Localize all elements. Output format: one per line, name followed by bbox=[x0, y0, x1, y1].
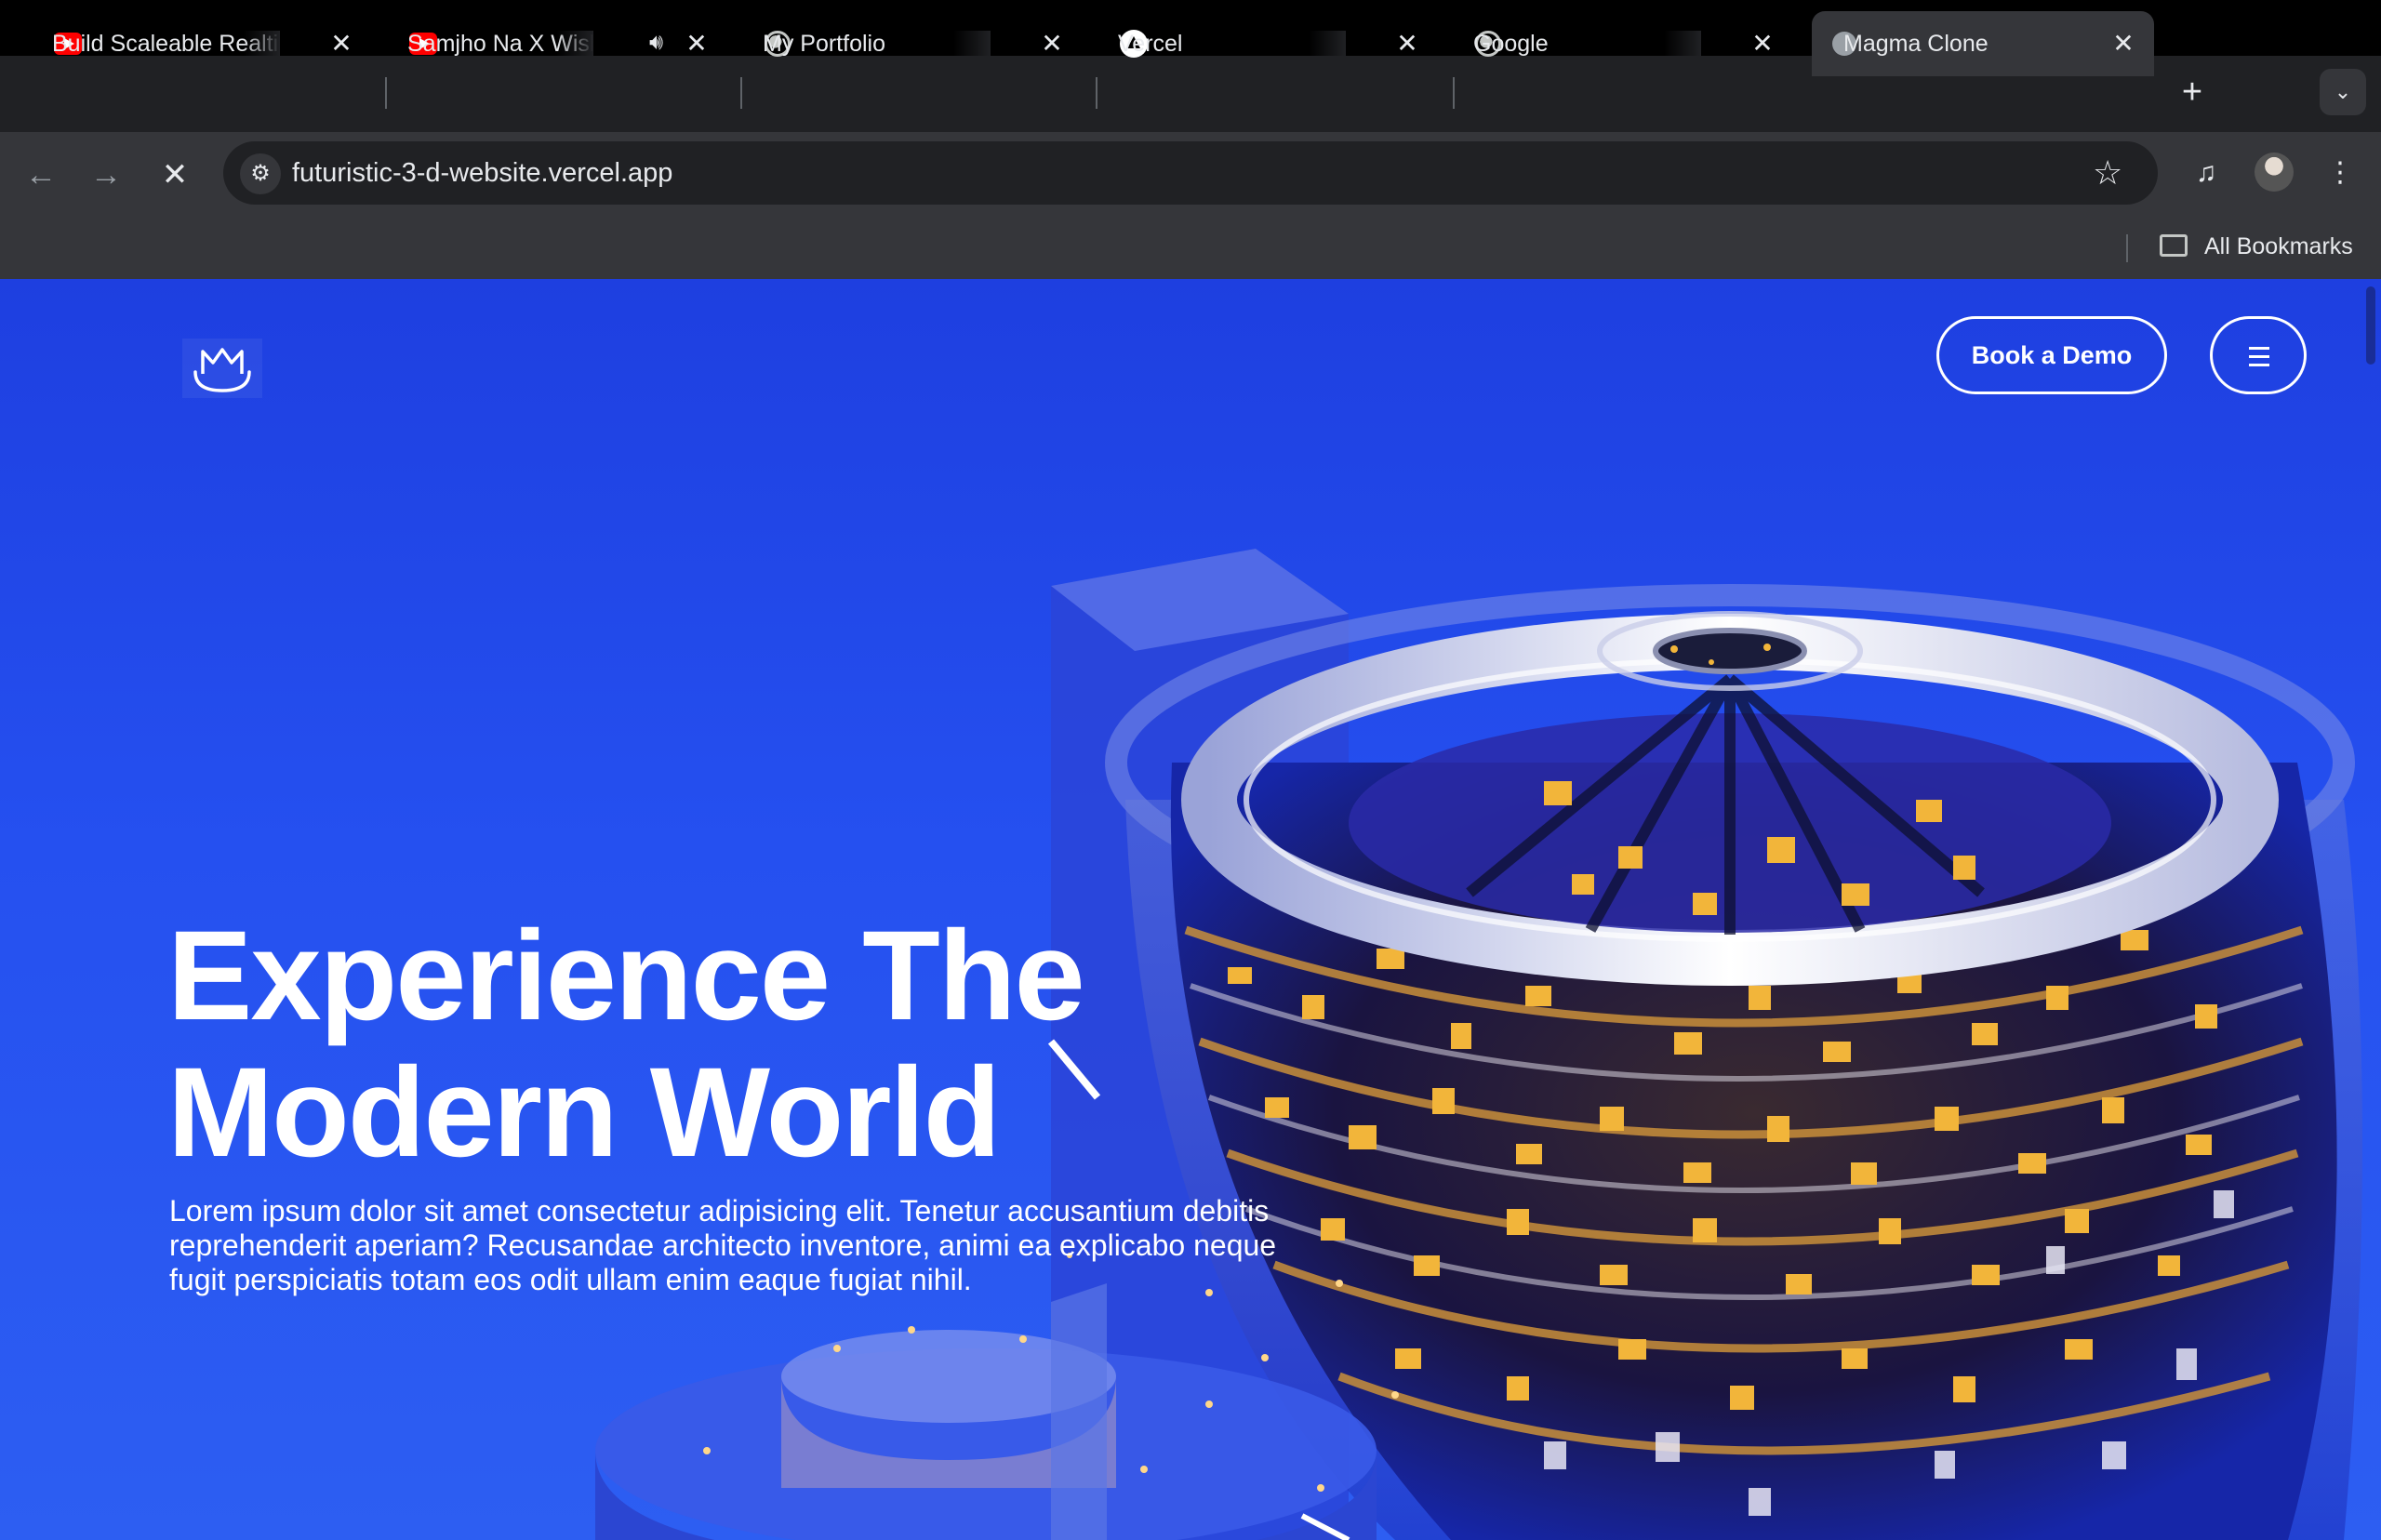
more-menu-icon[interactable]: ⋮ bbox=[2320, 153, 2361, 193]
bookmark-star-icon[interactable]: ☆ bbox=[2093, 153, 2122, 193]
menu-line bbox=[2249, 355, 2269, 358]
tab-title: Samjho Na X Wishes bbox=[407, 30, 593, 58]
tab-samjho-na[interactable]: Samjho Na X Wishes 🔊︎ ✕ bbox=[359, 11, 727, 76]
hero-title: Experience The Modern World bbox=[167, 905, 1085, 1184]
tab-divider bbox=[1096, 77, 1097, 109]
speaker-icon[interactable]: 🔊︎ bbox=[649, 30, 663, 56]
forward-button[interactable]: → bbox=[86, 154, 126, 195]
url-text[interactable]: futuristic-3-d-website.vercel.app bbox=[292, 156, 672, 190]
close-tab-icon[interactable]: ✕ bbox=[1038, 30, 1066, 58]
close-tab-icon[interactable]: ✕ bbox=[327, 30, 355, 58]
hero-description: Lorem ipsum dolor sit amet consectetur a… bbox=[169, 1194, 1277, 1296]
tab-google[interactable]: Google ✕ bbox=[1425, 11, 1793, 76]
new-tab-button[interactable]: + bbox=[2173, 73, 2212, 112]
magma-logo-icon bbox=[193, 348, 251, 392]
hero-title-line-1: Experience The bbox=[167, 905, 1085, 1047]
tab-title: Google bbox=[1473, 30, 1701, 58]
hero-title-line-2: Modern World bbox=[167, 1042, 1001, 1184]
page-viewport: Book a Demo Experience The Modern World … bbox=[0, 279, 2381, 1540]
book-demo-button[interactable]: Book a Demo bbox=[1936, 316, 2167, 394]
tab-title: Vercel bbox=[1118, 30, 1346, 58]
tab-build-scaleable[interactable]: Build Scaleable Realtime ✕ bbox=[4, 11, 372, 76]
tab-search-button[interactable]: ⌄ bbox=[2320, 69, 2366, 115]
close-tab-icon[interactable]: ✕ bbox=[2109, 30, 2137, 58]
close-tab-icon[interactable]: ✕ bbox=[1749, 30, 1776, 58]
tab-divider bbox=[740, 77, 742, 109]
tab-divider bbox=[1453, 77, 1455, 109]
tab-title: Magma Clone bbox=[1843, 30, 2071, 58]
site-logo[interactable] bbox=[182, 339, 262, 398]
all-bookmarks-button[interactable]: All Bookmarks bbox=[2204, 232, 2353, 260]
tab-vercel[interactable]: Vercel ✕ bbox=[1070, 11, 1438, 76]
tab-divider bbox=[385, 77, 387, 109]
tab-title: Build Scaleable Realtime bbox=[52, 30, 280, 58]
page-scrollbar[interactable] bbox=[2366, 286, 2375, 365]
media-controls-icon[interactable]: ♫ bbox=[2186, 153, 2227, 193]
close-tab-icon[interactable]: ✕ bbox=[1393, 30, 1421, 58]
tab-my-portfolio[interactable]: My Portfolio ✕ bbox=[714, 11, 1083, 76]
bookmark-divider bbox=[2126, 234, 2128, 262]
site-settings-icon[interactable]: ⚙ bbox=[240, 153, 281, 194]
close-tab-icon[interactable]: ✕ bbox=[683, 30, 711, 58]
folder-icon[interactable] bbox=[2160, 234, 2188, 257]
profile-avatar[interactable] bbox=[2255, 153, 2294, 192]
tab-magma-clone[interactable]: Magma Clone ✕ bbox=[1812, 11, 2154, 76]
hamburger-menu-button[interactable] bbox=[2210, 316, 2307, 394]
menu-line bbox=[2249, 347, 2269, 350]
menu-line bbox=[2249, 364, 2269, 366]
tab-title: My Portfolio bbox=[763, 30, 991, 58]
back-button[interactable]: ← bbox=[20, 154, 61, 195]
stop-loading-button[interactable]: ✕ bbox=[154, 154, 195, 195]
